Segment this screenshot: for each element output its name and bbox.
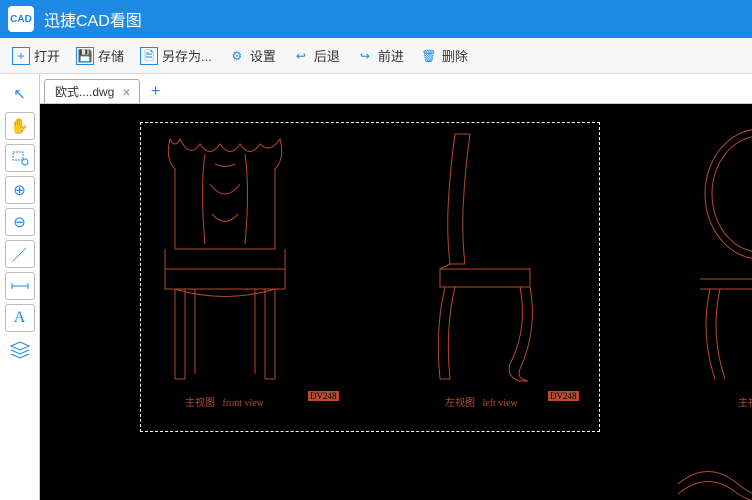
forward-arrow-icon: ↪ xyxy=(356,47,374,65)
back-arrow-icon: ↩ xyxy=(292,47,310,65)
open-button[interactable]: + 打开 xyxy=(6,43,66,68)
app-title: 迅捷CAD看图 xyxy=(44,7,142,31)
front-view-label-cn: 主视图 xyxy=(185,398,215,409)
titlebar: CAD 迅捷CAD看图 xyxy=(0,0,752,38)
delete-button[interactable]: 🗑 删除 xyxy=(414,43,474,68)
tag-1: DV248 xyxy=(308,391,339,401)
side-toolbar: ↖ ✋ ⊕ ⊖ ／ A xyxy=(0,74,40,500)
tab-close-icon[interactable]: × xyxy=(122,84,130,100)
pan-tool[interactable]: ✋ xyxy=(5,112,35,140)
saveas-button[interactable]: 🗎 另存为... xyxy=(134,43,218,68)
settings-label: 设置 xyxy=(250,46,276,65)
chair-side-drawing xyxy=(410,129,550,389)
ruler-icon xyxy=(10,280,30,292)
window-select-icon xyxy=(11,150,29,166)
open-label: 打开 xyxy=(34,46,60,65)
chair-front-drawing xyxy=(150,129,300,389)
back-button[interactable]: ↩ 后退 xyxy=(286,43,346,68)
front2-label-cn: 主视图 xyxy=(738,398,752,409)
plus-icon: + xyxy=(12,47,30,65)
toolbar: + 打开 💾 存储 🗎 另存为... ⚙ 设置 ↩ 后退 ↪ 前进 🗑 删除 xyxy=(0,38,752,74)
front-view-label-en: front view xyxy=(223,398,264,409)
measure-tool[interactable] xyxy=(5,272,35,300)
delete-label: 删除 xyxy=(442,46,468,65)
tab-bar: 欧式....dwg × + xyxy=(40,74,752,104)
save-button[interactable]: 💾 存储 xyxy=(70,43,130,68)
trash-icon: 🗑 xyxy=(420,47,438,65)
tab-active[interactable]: 欧式....dwg × xyxy=(44,79,140,103)
zoom-in-tool[interactable]: ⊕ xyxy=(5,176,35,204)
save-icon: 💾 xyxy=(76,47,94,65)
layers-tool[interactable] xyxy=(5,336,35,364)
back-label: 后退 xyxy=(314,46,340,65)
settings-button[interactable]: ⚙ 设置 xyxy=(222,43,282,68)
select-tool[interactable]: ↖ xyxy=(5,80,35,108)
new-tab-button[interactable]: + xyxy=(144,81,168,103)
drawing-canvas[interactable]: 主视图 front view DV248 左视图 left view DV248… xyxy=(40,104,752,500)
window-select-tool[interactable] xyxy=(5,144,35,172)
save-label: 存储 xyxy=(98,46,124,65)
layers-icon xyxy=(9,341,31,359)
vanity-drawing xyxy=(680,124,752,394)
forward-label: 前进 xyxy=(378,46,404,65)
gear-icon: ⚙ xyxy=(228,47,246,65)
partial-bottom-drawing xyxy=(668,454,752,500)
saveas-label: 另存为... xyxy=(162,46,212,65)
forward-button[interactable]: ↪ 前进 xyxy=(350,43,410,68)
tab-label: 欧式....dwg xyxy=(55,83,114,100)
saveas-icon: 🗎 xyxy=(140,47,158,65)
tag-2: DV248 xyxy=(548,391,579,401)
text-tool[interactable]: A xyxy=(5,304,35,332)
left-view-label-en: left view xyxy=(483,398,518,409)
app-icon: CAD xyxy=(8,6,34,32)
left-view-label-cn: 左视图 xyxy=(445,398,475,409)
zoom-out-tool[interactable]: ⊖ xyxy=(5,208,35,236)
line-tool[interactable]: ／ xyxy=(5,240,35,268)
